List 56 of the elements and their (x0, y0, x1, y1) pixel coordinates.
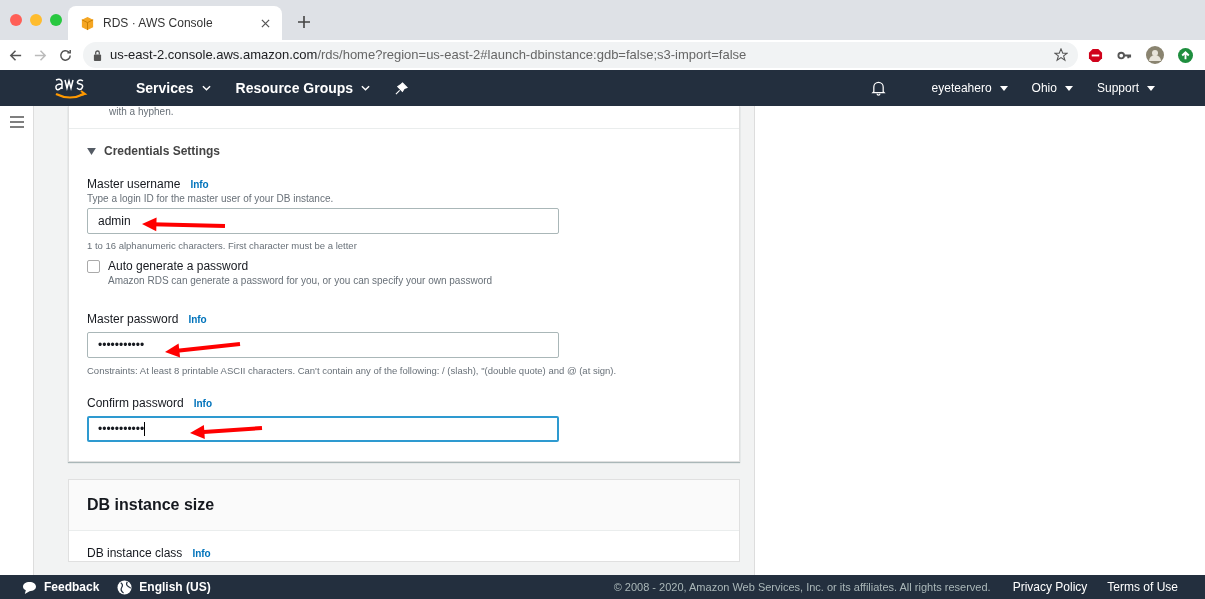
input-field[interactable]: ••••••••••• (87, 416, 559, 442)
reload-icon[interactable] (58, 47, 73, 63)
upload-icon[interactable] (1178, 47, 1193, 63)
copyright-text: © 2008 - 2020, Amazon Web Services, Inc. or its affiliates. All rights reserved. (613, 579, 991, 595)
browser-tab[interactable]: RDS · AWS Console (68, 6, 282, 40)
hint-text: Constraints: At least 8 printable ASCII characters. Can't contain any of the following: / (slash), "(double quote) and @ (at sign). (87, 365, 617, 376)
caret-icon (999, 85, 1008, 91)
globe-icon (117, 579, 133, 595)
caret-icon (1064, 85, 1073, 91)
footer-link[interactable]: Terms of Use (1107, 578, 1178, 596)
url-text: us-east-2.console.aws.amazon.com/rds/home?region=us-east-2#launch-dbinstance:gdb=false;s3-import=false (110, 46, 748, 65)
pin-icon[interactable] (395, 81, 409, 95)
new-tab-icon[interactable] (298, 16, 310, 28)
tab-title: RDS · AWS Console (103, 15, 214, 32)
language-menu[interactable]: English (US) (117, 578, 211, 596)
field-label: Master password (87, 311, 179, 327)
nav-menu[interactable]: eyeteahero (931, 79, 1008, 97)
hint-text: with a hyphen. (109, 106, 174, 117)
speech-bubble-icon (22, 580, 37, 594)
field-label: Master username (87, 176, 181, 192)
input-field[interactable]: admin (87, 208, 559, 234)
text-cursor (144, 422, 146, 436)
input-field[interactable]: ••••••••••• (87, 332, 559, 358)
section-title: DB instance size (87, 495, 215, 515)
field-label: DB instance class (87, 545, 183, 561)
info-link[interactable]: Info (193, 396, 213, 410)
stop-sign-icon[interactable] (1088, 47, 1103, 63)
cube-icon (80, 15, 95, 31)
section-toggle[interactable]: Credentials Settings (87, 143, 221, 159)
info-link[interactable]: Info (188, 312, 207, 326)
checkbox-label: Auto generate a password (108, 258, 250, 274)
hint-text: 1 to 16 alphanumeric characters. First character must be a letter (87, 240, 357, 251)
nav-menu[interactable]: Resource Groups (235, 77, 371, 99)
star-icon[interactable] (1054, 48, 1068, 62)
address-bar[interactable]: us-east-2.console.aws.amazon.com/rds/home?region=us-east-2#launch-dbinstance:gdb=false;s3-import=false (83, 42, 1078, 68)
nav-menu[interactable]: Services (136, 77, 211, 99)
bell-icon[interactable] (870, 80, 886, 96)
info-link[interactable]: Info (192, 546, 211, 560)
hint-text: Type a login ID for the master user of your DB instance. (87, 192, 335, 205)
aws-logo[interactable] (52, 76, 88, 100)
caret-icon (1147, 85, 1155, 91)
close-icon[interactable] (261, 18, 270, 28)
info-link[interactable]: Info (190, 177, 209, 191)
caret-icon (87, 147, 96, 155)
nav-menu[interactable]: Ohio (1031, 79, 1073, 97)
caret-icon (201, 85, 211, 91)
menu-icon[interactable] (9, 116, 24, 128)
feedback-link[interactable]: Feedback (22, 578, 100, 596)
field-label: Confirm password (87, 395, 184, 411)
checkbox[interactable] (87, 260, 100, 273)
avatar-icon[interactable] (1146, 46, 1164, 64)
hint-text: Amazon RDS can generate a password for you, or you can specify your own password (108, 274, 493, 287)
nav-menu[interactable]: Support (1096, 79, 1155, 97)
caret-icon (361, 85, 371, 91)
footer-link[interactable]: Privacy Policy (1012, 578, 1088, 596)
lock-icon (93, 49, 102, 61)
